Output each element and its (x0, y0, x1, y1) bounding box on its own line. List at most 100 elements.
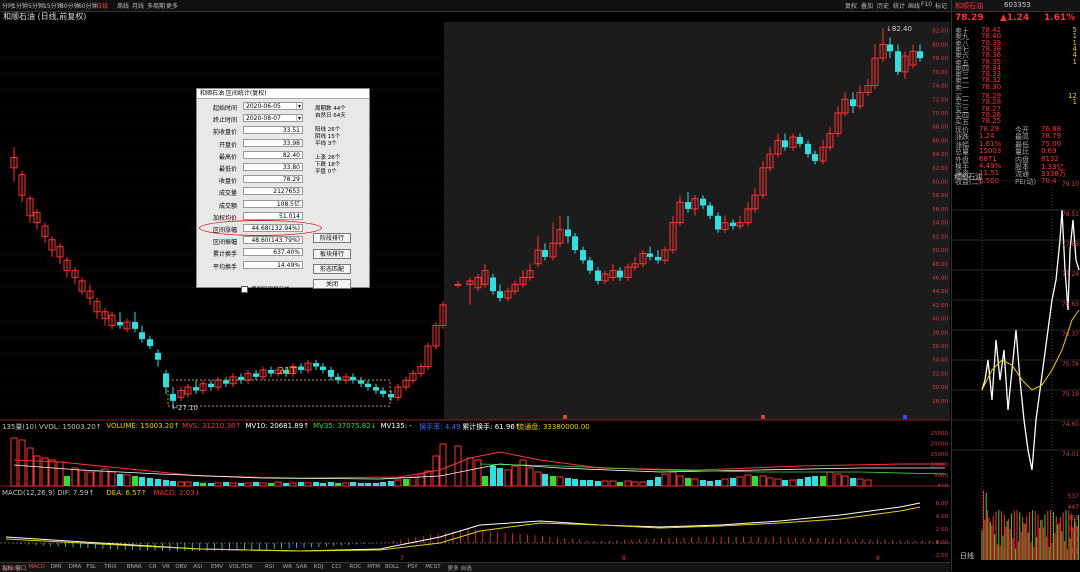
indicator-tab[interactable]: DMA (69, 564, 82, 570)
period-tab[interactable]: 5分钟 (28, 1, 44, 10)
period-tab[interactable]: 60分钟 (78, 1, 98, 10)
value-field[interactable]: 33.80 (243, 163, 303, 171)
value-field[interactable]: 33.51 (243, 126, 303, 135)
volume-bar-down (193, 482, 199, 486)
candle-body-down (707, 205, 713, 216)
volume-bar-up (789, 479, 797, 487)
volume-bar-down (223, 482, 229, 486)
volume-bar-down (572, 479, 578, 486)
volume-bar-up (624, 480, 632, 487)
value-field[interactable]: 51.014 (243, 211, 303, 220)
value-field[interactable]: 33.98 (243, 138, 303, 147)
volume-bar-up (864, 479, 872, 487)
dropdown-arrow-icon[interactable]: ▾ (295, 103, 301, 111)
volume-indicator-value: MV135: - (380, 422, 412, 430)
volume-bar-up (556, 476, 564, 487)
indicator-tab[interactable]: DMI (51, 564, 62, 570)
toolbar-button[interactable]: 历史 (877, 1, 889, 10)
toolbar-button[interactable]: 复权 (845, 1, 857, 10)
volume-indicator-value: VOLUME: 15003.20↑ (106, 422, 180, 430)
period-tab[interactable]: 更多 (166, 1, 178, 10)
value-field[interactable]: 637.40% (243, 248, 303, 257)
volume-bar (335, 483, 341, 486)
period-tab[interactable]: 日线 (96, 1, 108, 10)
indicator-tab[interactable]: CR (149, 564, 157, 570)
intraday-mini-chart[interactable]: 79.10 78.51 77.83 77.24 76.65 76.37 75.78 75.19… (952, 180, 1080, 560)
candle-body-down (155, 352, 161, 360)
indicator-tab[interactable]: MTM (367, 564, 380, 570)
volume-bar-down (358, 483, 364, 486)
toolbar-button[interactable]: 画线 (908, 1, 920, 10)
indicator-tab[interactable]: CCI (332, 564, 341, 570)
candle-body-down (388, 393, 394, 398)
indicator-tab[interactable]: MACD (28, 564, 45, 570)
indicator-tab[interactable]: VR (162, 564, 170, 570)
price-axis-label: 38.00 (932, 330, 948, 336)
toolbar-button[interactable]: 标记 (935, 1, 947, 10)
candle-body-down (497, 291, 503, 299)
volume-bar (482, 476, 488, 486)
checkbox-label: 保留区间显示线 (251, 287, 290, 293)
volume-bar-up (26, 447, 34, 487)
price-axis-label: 44.00 (932, 289, 948, 295)
volume-bar-up (289, 482, 297, 487)
indicator-tab[interactable]: TRIX (104, 564, 117, 570)
value-field[interactable]: 82.40 (243, 150, 303, 159)
value-field[interactable]: 2127653 (243, 187, 303, 196)
interval-stats-dialog[interactable]: 和顺石油 区间统计(复权) 起始时间 2020-06-05 ▾ 终止时间 2020-08… (196, 88, 370, 293)
toolbar-button[interactable]: 叠加 (861, 1, 873, 10)
volume-bar-down (313, 482, 319, 486)
toolbar-button[interactable]: 统计 (893, 1, 905, 10)
indicator-tab[interactable]: FSL (86, 564, 96, 570)
candle-body-down (895, 51, 901, 72)
dialog-button[interactable]: 阶段排行 (313, 233, 351, 243)
indicator-tab[interactable]: ASI (193, 564, 202, 570)
value-field[interactable]: 108.5亿 (243, 199, 303, 208)
field-label: 最高价 (218, 153, 237, 161)
period-tab[interactable]: 30分钟 (60, 1, 80, 10)
period-tab[interactable]: 月线 (132, 1, 144, 10)
dialog-button[interactable]: 板块排行 (313, 249, 351, 259)
stock-name: 和顺石油 (955, 2, 983, 10)
indicator-tab[interactable]: MCST (425, 564, 440, 570)
indicator-tab[interactable]: RSI (265, 564, 274, 570)
value-field[interactable]: 78.29 (243, 175, 303, 184)
indicator-tab[interactable]: KDJ (314, 564, 323, 570)
period-tab[interactable]: 周线 (117, 1, 129, 10)
volume-chart[interactable]: 25000 20000 15000 10000 5000 X10 (0, 430, 950, 487)
volume-bar-up (394, 479, 402, 487)
indicator-tab[interactable]: OBV (175, 564, 187, 570)
value-field[interactable]: 14.49% (243, 260, 303, 269)
candle-body-down (797, 136, 803, 144)
toolbar-button[interactable]: F10 (921, 1, 932, 8)
candle-body-down (208, 383, 214, 388)
indicator-tab[interactable]: BOLL (385, 564, 399, 570)
date-picker[interactable]: 2020-06-05 ▾ (243, 102, 303, 111)
dialog-title: 和顺石油 区间统计(复权) (197, 89, 369, 99)
volume-bar-up (41, 457, 49, 487)
dialog-button[interactable]: 形态匹配 (313, 264, 351, 274)
value-field[interactable]: 48.60(143.79%) (243, 236, 303, 245)
field-label: 终止时间 (212, 117, 237, 125)
indicator-tab[interactable]: EMV (211, 564, 223, 570)
candle-body-down (117, 322, 123, 326)
indicator-tab[interactable]: BRAR (127, 564, 142, 570)
volume-bar-up (721, 478, 729, 487)
indicator-tab[interactable]: VOL-TDX (229, 564, 253, 570)
volume-bar (820, 476, 826, 486)
period-tab[interactable]: 1分钟 (12, 1, 28, 10)
date-picker[interactable]: 2020-08-07 ▾ (243, 114, 303, 124)
kline-chart[interactable]: 21T ←27.10 ↓82.40 82.00 80.00 78.00 76.00 74.00… (0, 22, 950, 422)
checkbox-icon[interactable] (241, 286, 248, 293)
indicator-tab[interactable]: WR (283, 564, 292, 570)
indicator-tab[interactable]: PSY (407, 564, 417, 570)
indicator-tab[interactable]: SAR (296, 564, 307, 570)
popup-chart-bg (444, 22, 950, 420)
indicator-tab[interactable]: ROC (349, 564, 361, 570)
macd-chart[interactable]: 6.00 4.00 2.00 0.00 -2.00 7 8 8 (0, 497, 950, 562)
keep-range-checkbox[interactable]: 保留区间显示线 (241, 285, 290, 293)
dialog-button[interactable]: 关闭 (313, 279, 351, 289)
dropdown-arrow-icon[interactable]: ▾ (295, 115, 301, 124)
period-tab[interactable]: 多周期 (147, 1, 165, 10)
volume-bar (617, 482, 623, 486)
